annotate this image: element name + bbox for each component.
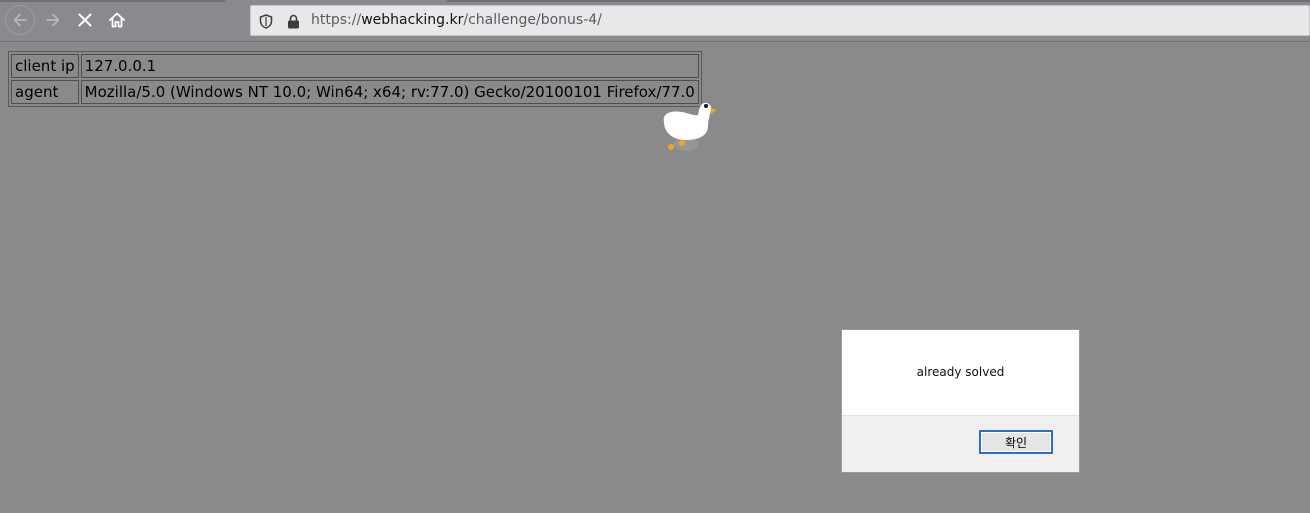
agent-label: agent <box>11 80 79 104</box>
url-host: webhacking.kr <box>361 12 464 28</box>
url-bar[interactable]: https://webhacking.kr/challenge/bonus-4/ <box>250 5 1310 36</box>
back-button[interactable] <box>5 5 35 35</box>
alert-footer: 확인 <box>842 415 1079 472</box>
table-row: agent Mozilla/5.0 (Windows NT 10.0; Win6… <box>11 80 699 104</box>
url-text[interactable]: https://webhacking.kr/challenge/bonus-4/ <box>311 12 602 28</box>
client-ip-value: 127.0.0.1 <box>80 54 699 78</box>
home-button[interactable] <box>102 5 132 35</box>
alert-dialog: already solved 확인 <box>841 329 1080 473</box>
tab-strip-right <box>447 0 1310 2</box>
forward-button[interactable] <box>38 5 68 35</box>
home-icon <box>109 12 125 28</box>
alert-message: already solved <box>916 365 1005 379</box>
ok-button[interactable]: 확인 <box>979 430 1053 454</box>
close-icon <box>78 13 92 27</box>
info-table: client ip 127.0.0.1 agent Mozilla/5.0 (W… <box>8 51 702 107</box>
stop-button[interactable] <box>70 5 100 35</box>
table-row: client ip 127.0.0.1 <box>11 54 699 78</box>
browser-toolbar: https://webhacking.kr/challenge/bonus-4/ <box>0 0 1310 42</box>
agent-value: Mozilla/5.0 (Windows NT 10.0; Win64; x64… <box>80 80 699 104</box>
client-ip-label: client ip <box>11 54 79 78</box>
url-scheme: https:// <box>311 12 362 28</box>
url-path: /challenge/bonus-4/ <box>463 12 602 28</box>
arrow-right-icon <box>46 13 60 27</box>
goose-icon <box>663 102 717 151</box>
shield-icon[interactable] <box>259 14 273 29</box>
lock-icon[interactable] <box>287 14 300 29</box>
tab-strip-left <box>0 0 225 2</box>
arrow-left-icon <box>13 13 27 27</box>
